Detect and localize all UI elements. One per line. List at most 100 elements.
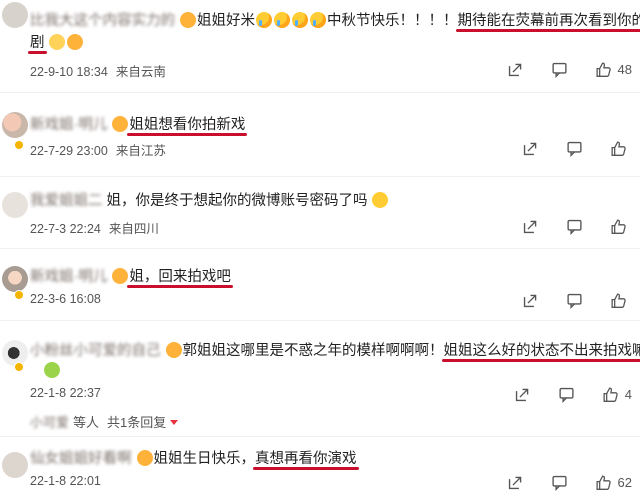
comment-icon[interactable] <box>558 385 576 403</box>
comment-text: 新戏姐·明儿 姐姐想看你拍新戏 <box>30 114 640 136</box>
comment-text: 新戏姐·明儿 姐，回来拍戏吧 <box>30 266 640 288</box>
like-count: 48 <box>617 61 632 77</box>
comment-location: 来自江苏 <box>115 144 166 158</box>
like-icon <box>609 291 627 309</box>
crying-emoji-icon <box>274 12 290 28</box>
verified-badge-icon <box>14 140 24 150</box>
comment-actions: 4 <box>514 384 632 404</box>
like-button[interactable] <box>609 291 632 309</box>
highlighted-text: 真想再看你演戏 <box>255 451 357 467</box>
like-button[interactable] <box>609 217 632 235</box>
comment-actions: 48 <box>507 59 632 79</box>
share-icon[interactable] <box>507 60 525 78</box>
share-icon[interactable] <box>521 217 539 235</box>
emoji-icon <box>112 268 129 284</box>
username[interactable]: 小粉丝小可爱的自己 <box>30 340 161 362</box>
username[interactable]: 我爱姐姐二 <box>30 190 103 212</box>
share-icon[interactable] <box>521 139 539 157</box>
comment-segment: 姐，你是终于想起你的微博账号密码了吗 <box>106 193 368 209</box>
emoji-icon <box>165 342 182 358</box>
like-count: 4 <box>624 386 632 402</box>
like-button[interactable]: 4 <box>602 385 632 403</box>
comment-meta: 22-1-8 22:37 <box>30 386 109 400</box>
divider <box>0 320 640 321</box>
winking-emoji-icon <box>371 192 388 208</box>
avatar[interactable] <box>2 452 28 478</box>
comment-location: 来自云南 <box>115 65 166 79</box>
verified-badge-icon <box>14 290 24 300</box>
comment-date: 22-1-8 22:01 <box>30 474 101 488</box>
highlighted-text: 剧 <box>30 35 45 51</box>
comment-item: 小粉丝小可爱的自己 郭姐姐这哪里是不惑之年的模样啊啊啊！姐姐这么好的状态不出来拍戏… <box>0 330 640 430</box>
comment-item: 仙女姐姐好看啊 姐姐生日快乐，真想再看你演戏 22-1-8 22:01 62 <box>0 442 640 496</box>
reply-count-link[interactable]: 共1条回复 <box>107 415 166 430</box>
avatar[interactable] <box>2 112 28 138</box>
comment-item: 比我大这个内容实力的 姐姐好米 中秋节快乐！！！！期待能在荧幕前再次看到你的 剧 2… <box>0 0 640 82</box>
like-icon <box>602 385 620 403</box>
comment-date: 22-3-6 16:08 <box>30 292 101 306</box>
comment-icon[interactable] <box>551 60 569 78</box>
comment-meta: 22-1-8 22:01 <box>30 474 109 488</box>
comment-actions <box>521 290 632 310</box>
emoji-icon <box>66 34 83 50</box>
comment-text: 小粉丝小可爱的自己 郭姐姐这哪里是不惑之年的模样啊啊啊！姐姐这么好的状态不出来拍戏… <box>30 340 640 362</box>
comment-icon[interactable] <box>565 217 583 235</box>
like-button[interactable]: 48 <box>595 60 632 78</box>
comment-text-line2: 剧 <box>30 32 640 54</box>
avatar[interactable] <box>2 192 28 218</box>
emoji-icon <box>44 362 60 378</box>
comment-item: 新戏姐·明儿 姐，回来拍戏吧 22-3-6 16:08 <box>0 256 640 312</box>
comment-location: 来自四川 <box>108 222 159 236</box>
comment-meta: 22-7-29 23:00 来自江苏 <box>30 140 174 159</box>
like-button[interactable]: 62 <box>595 473 632 491</box>
like-count: 62 <box>617 474 632 490</box>
comment-text: 我爱姐姐二 姐，你是终于想起你的微博账号密码了吗 <box>30 190 640 212</box>
highlighted-text: 期待能在荧幕前再次看到你的 <box>458 13 640 29</box>
comment-meta: 22-7-3 22:24 来自四川 <box>30 218 167 237</box>
like-button[interactable] <box>609 139 632 157</box>
comment-date: 22-7-29 23:00 <box>30 144 108 158</box>
like-icon <box>609 217 627 235</box>
sad-emoji-icon <box>48 34 65 50</box>
crying-emoji-icon <box>292 12 308 28</box>
crying-emoji-icon <box>256 12 272 28</box>
like-icon <box>595 60 613 78</box>
comment-icon[interactable] <box>565 139 583 157</box>
reply-users: 小可爱 <box>30 415 70 430</box>
highlighted-text: 姐姐想看你拍新戏 <box>129 117 246 133</box>
comment-item: 我爱姐姐二 姐，你是终于想起你的微博账号密码了吗 22-7-3 22:24 来自四川 <box>0 182 640 242</box>
share-icon[interactable] <box>507 473 525 491</box>
divider <box>0 436 640 437</box>
username[interactable]: 比我大这个内容实力的 <box>30 10 175 32</box>
divider <box>0 92 640 93</box>
comment-text: 仙女姐姐好看啊 姐姐生日快乐，真想再看你演戏 <box>30 448 640 470</box>
share-icon[interactable] <box>514 385 532 403</box>
comment-actions <box>521 138 632 158</box>
comment-segment: 姐姐好米 <box>197 13 255 29</box>
divider <box>0 248 640 249</box>
username[interactable]: 仙女姐姐好看啊 <box>30 448 132 470</box>
comment-actions <box>521 216 632 236</box>
emoji-icon <box>136 450 153 466</box>
comment-item: 新戏姐·明儿 姐姐想看你拍新戏 22-7-29 23:00 来自江苏 <box>0 100 640 170</box>
like-icon <box>609 139 627 157</box>
comment-date: 22-1-8 22:37 <box>30 386 101 400</box>
comment-actions: 62 <box>507 472 632 492</box>
username[interactable]: 新戏姐·明儿 <box>30 266 107 288</box>
share-icon[interactable] <box>521 291 539 309</box>
like-icon <box>595 473 613 491</box>
comment-date: 22-7-3 22:24 <box>30 222 101 236</box>
chevron-down-icon <box>170 420 179 425</box>
reply-summary[interactable]: 小可爱 等人 共1条回复 <box>30 412 179 431</box>
comment-icon[interactable] <box>551 473 569 491</box>
emoji-icon <box>112 116 129 132</box>
avatar[interactable] <box>2 266 28 292</box>
username[interactable]: 新戏姐·明儿 <box>30 114 107 136</box>
avatar[interactable] <box>2 2 28 28</box>
crying-emoji-icon <box>310 12 326 28</box>
comment-segment: 郭姐姐这哪里是不惑之年的模样啊啊啊！ <box>182 343 444 359</box>
comment-meta: 22-3-6 16:08 <box>30 292 109 306</box>
comment-text: 比我大这个内容实力的 姐姐好米 中秋节快乐！！！！期待能在荧幕前再次看到你的 <box>30 10 640 32</box>
comment-icon[interactable] <box>565 291 583 309</box>
comment-text-line2 <box>30 360 640 382</box>
